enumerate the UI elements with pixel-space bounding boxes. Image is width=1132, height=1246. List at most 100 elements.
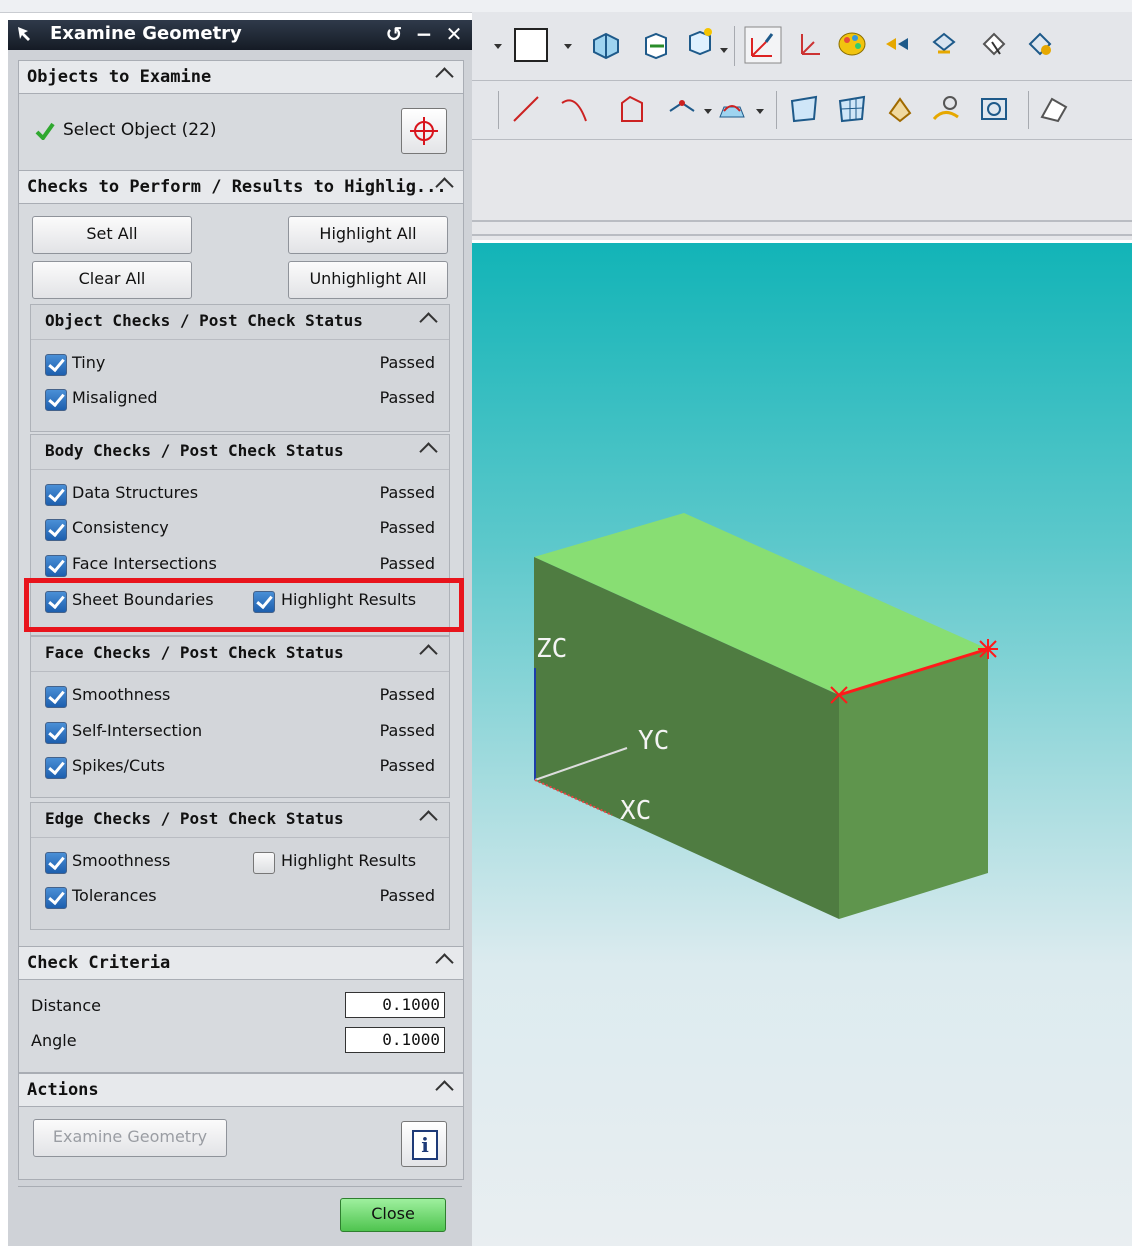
color-swatch-icon[interactable] [514, 28, 548, 62]
collapse-caret-icon[interactable] [419, 442, 438, 461]
tiny-checkbox[interactable] [45, 354, 67, 376]
check-row-face-smoothness: Smoothness Passed [45, 683, 435, 711]
mesh-surface-icon[interactable] [836, 93, 868, 125]
check-row-spikes-cuts: Spikes/Cuts Passed [45, 754, 435, 782]
collapse-caret-icon[interactable] [435, 953, 454, 972]
select-object-button[interactable] [401, 108, 447, 154]
object-checks-header[interactable]: Object Checks / Post Check Status [31, 305, 449, 340]
angle-input[interactable]: 0.1000 [345, 1027, 445, 1053]
dropdown-arrow-icon[interactable] [494, 44, 502, 49]
checks-title: Checks to Perform / Results to Highlig..… [27, 177, 447, 197]
dialog-title: Examine Geometry [50, 23, 242, 44]
check-row-face-intersections: Face Intersections Passed [45, 552, 435, 580]
model-view: ZC YC XC [534, 513, 998, 919]
checks-header[interactable]: Checks to Perform / Results to Highlig..… [18, 170, 464, 204]
feature-icon[interactable] [684, 26, 716, 58]
check-status: Passed [379, 721, 435, 740]
studio-spline-icon[interactable] [666, 93, 698, 125]
check-row-edge-smoothness: Smoothness Highlight Results [45, 849, 435, 877]
extrude-icon[interactable] [590, 30, 622, 62]
dropdown-arrow-icon[interactable] [756, 109, 764, 114]
face-smoothness-checkbox[interactable] [45, 686, 67, 708]
face-checks-header[interactable]: Face Checks / Post Check Status [31, 637, 449, 672]
blend-icon[interactable] [884, 93, 916, 125]
unhighlight-all-button[interactable]: Unhighlight All [288, 261, 448, 299]
check-row-self-intersection: Self-Intersection Passed [45, 719, 435, 747]
objects-to-examine-header[interactable]: Objects to Examine [18, 60, 464, 94]
set-all-button[interactable]: Set All [32, 216, 192, 254]
consistency-checkbox[interactable] [45, 519, 67, 541]
select-object-label: Select Object (22) [63, 120, 217, 140]
check-label: Tolerances [72, 886, 157, 905]
point-icon[interactable] [882, 28, 914, 60]
check-label: Spikes/Cuts [72, 756, 165, 775]
check-label: Self-Intersection [72, 721, 203, 740]
edge-smoothness-checkbox[interactable] [45, 852, 67, 874]
distance-input[interactable]: 0.1000 [345, 992, 445, 1018]
edge-checks-header[interactable]: Edge Checks / Post Check Status [31, 803, 449, 838]
collapse-caret-icon[interactable] [419, 810, 438, 829]
collapse-caret-icon[interactable] [419, 312, 438, 331]
curve-on-surface-icon[interactable] [716, 91, 748, 123]
checkmark-icon [35, 122, 55, 140]
snap-icon[interactable] [1024, 28, 1056, 60]
close-button[interactable]: Close [340, 1198, 446, 1232]
dropdown-arrow-icon[interactable] [564, 44, 572, 49]
actions-header[interactable]: Actions [18, 1073, 464, 1107]
edge-smoothness-highlight-checkbox[interactable] [253, 852, 275, 874]
dropdown-arrow-icon[interactable] [720, 48, 728, 53]
collapse-caret-icon[interactable] [435, 1080, 454, 1099]
line-icon[interactable] [510, 93, 542, 125]
tolerances-checkbox[interactable] [45, 887, 67, 909]
misaligned-checkbox[interactable] [45, 389, 67, 411]
info-icon: i [412, 1130, 438, 1160]
csys-icon[interactable] [744, 26, 782, 64]
objects-to-examine-panel: Select Object (22) [18, 93, 464, 171]
spikes-cuts-checkbox[interactable] [45, 757, 67, 779]
check-row-data-structures: Data Structures Passed [45, 481, 435, 509]
datum-csys-icon[interactable] [792, 28, 824, 60]
palette-icon[interactable] [836, 28, 868, 60]
select-icon[interactable] [978, 28, 1010, 60]
sketch-icon[interactable] [616, 93, 648, 125]
check-status: Passed [379, 756, 435, 775]
information-button[interactable]: i [401, 1121, 447, 1167]
face-checks-title: Face Checks / Post Check Status [45, 643, 344, 662]
transform-icon[interactable] [928, 28, 960, 60]
toolbar-top [472, 12, 1132, 81]
collapse-caret-icon[interactable] [419, 644, 438, 663]
close-icon[interactable]: ✕ [442, 22, 466, 46]
check-status: Passed [379, 685, 435, 704]
axis-label-xc: XC [620, 796, 651, 826]
examine-geometry-button[interactable]: Examine Geometry [33, 1119, 227, 1157]
graphics-viewport[interactable]: ZC YC XC [472, 243, 1132, 1246]
self-intersection-checkbox[interactable] [45, 722, 67, 744]
reset-icon[interactable]: ↺ [382, 22, 406, 46]
objects-to-examine-title: Objects to Examine [27, 67, 212, 87]
edge-checks-group: Edge Checks / Post Check Status Smoothne… [30, 802, 450, 930]
dropdown-arrow-icon[interactable] [704, 109, 712, 114]
clear-all-button[interactable]: Clear All [32, 261, 192, 299]
analysis-icon[interactable] [930, 93, 962, 125]
face-intersections-checkbox[interactable] [45, 555, 67, 577]
check-criteria-header[interactable]: Check Criteria [18, 946, 464, 980]
section-icon[interactable] [978, 93, 1010, 125]
revolve-icon[interactable] [640, 30, 672, 62]
annotation-highlight-box [24, 578, 464, 632]
highlight-all-button[interactable]: Highlight All [288, 216, 448, 254]
collapse-caret-icon[interactable] [435, 67, 454, 86]
angle-label: Angle [31, 1031, 77, 1050]
surface-icon[interactable] [788, 93, 820, 125]
check-label: Face Intersections [72, 554, 217, 573]
crosshair-icon [410, 117, 438, 145]
data-structures-checkbox[interactable] [45, 484, 67, 506]
body-checks-title: Body Checks / Post Check Status [45, 441, 344, 460]
minimize-icon[interactable]: − [412, 22, 436, 46]
body-checks-header[interactable]: Body Checks / Post Check Status [31, 435, 449, 470]
check-criteria-title: Check Criteria [27, 953, 171, 973]
edge-checks-title: Edge Checks / Post Check Status [45, 809, 344, 828]
arc-icon[interactable] [558, 93, 590, 125]
check-label: Tiny [72, 353, 106, 372]
shape-icon[interactable] [1038, 93, 1070, 125]
dialog-titlebar[interactable]: Examine Geometry ↺ − ✕ [8, 20, 472, 50]
